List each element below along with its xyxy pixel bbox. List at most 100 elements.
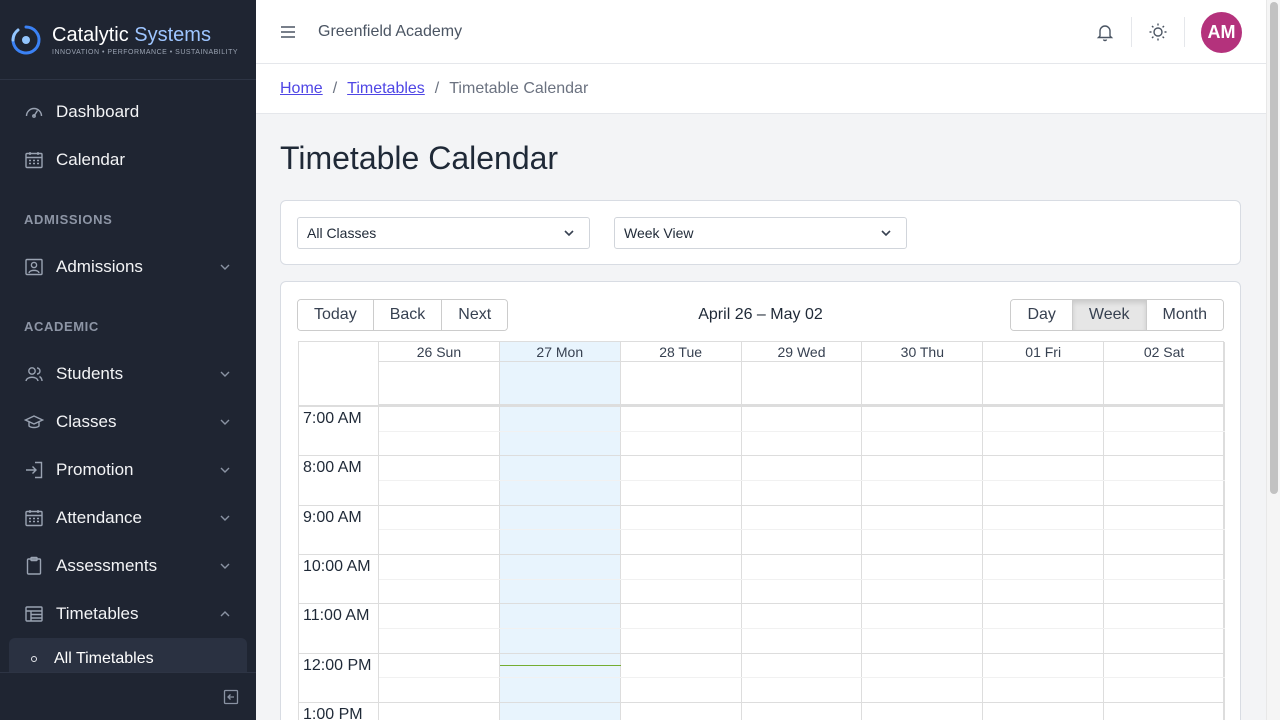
class-select-value: All Classes <box>307 225 377 241</box>
sidebar-item-dashboard[interactable]: Dashboard <box>0 88 256 136</box>
sidebar-footer <box>0 672 256 720</box>
section-academic: ACADEMIC <box>24 319 99 334</box>
breadcrumb: Home / Timetables / Timetable Calendar <box>256 64 1266 114</box>
sidebar-item-classes[interactable]: Classes <box>0 398 256 446</box>
mortarboard-icon <box>24 412 44 432</box>
gauge-icon <box>24 102 44 122</box>
chevron-down-icon <box>881 230 891 237</box>
sidebar-item-attendance[interactable]: Attendance <box>0 494 256 542</box>
month-view-button[interactable]: Month <box>1146 300 1223 330</box>
breadcrumb-home-link[interactable]: Home <box>280 80 323 98</box>
hour-gridline <box>299 406 1225 407</box>
chevron-down-icon <box>220 563 230 569</box>
sidebar-item-label: Students <box>56 364 124 383</box>
sidebar-item-promotion[interactable]: Promotion <box>0 446 256 494</box>
logo-icon <box>11 25 41 54</box>
day-column[interactable] <box>1104 406 1225 720</box>
sidebar-item-admissions[interactable]: Admissions <box>0 243 256 291</box>
sidebar-item-label: Dashboard <box>56 102 140 121</box>
all-day-cell[interactable] <box>983 362 1105 406</box>
day-header[interactable]: 01 Fri <box>983 342 1105 362</box>
clipboard-icon <box>24 556 44 576</box>
all-day-cell[interactable] <box>1104 362 1225 406</box>
half-hour-gridline <box>379 627 1225 629</box>
collapse-sidebar-icon[interactable] <box>223 689 239 705</box>
half-hour-gridline <box>379 529 1225 531</box>
time-slot-label: 1:00 PM <box>303 705 363 720</box>
table-icon <box>24 604 44 624</box>
sidebar-item-timetables[interactable]: Timetables <box>0 590 256 638</box>
view-select-value: Week View <box>624 225 694 241</box>
breadcrumb-timetables-link[interactable]: Timetables <box>347 80 425 98</box>
breadcrumb-current: Timetable Calendar <box>449 79 589 97</box>
section-admissions: ADMISSIONS <box>24 212 113 227</box>
day-column[interactable] <box>742 406 863 720</box>
time-slot-label: 9:00 AM <box>303 508 362 526</box>
brand-tagline: INNOVATION • PERFORMANCE • SUSTAINABILIT… <box>52 48 239 56</box>
hour-gridline <box>299 504 1225 506</box>
time-gutter-header <box>299 342 379 406</box>
time-slot-label: 11:00 AM <box>303 607 370 625</box>
hour-gridline <box>299 603 1225 605</box>
time-slot-label: 12:00 PM <box>303 656 372 674</box>
page-title: Timetable Calendar <box>280 140 559 176</box>
page-scrollbar[interactable] <box>1266 0 1280 720</box>
chevron-down-icon <box>220 371 230 377</box>
topbar: Greenfield Academy AM <box>256 0 1266 64</box>
avatar[interactable]: AM <box>1201 11 1242 53</box>
day-column[interactable] <box>862 406 984 720</box>
time-slot-label: 7:00 AM <box>303 410 362 427</box>
view-select[interactable]: Week View <box>614 217 907 249</box>
all-day-cell[interactable] <box>741 362 863 406</box>
sidebar-item-assessments[interactable]: Assessments <box>0 542 256 590</box>
calendar-card: Today Back Next April 26 – May 02 Day We… <box>280 281 1241 720</box>
sidebar-subitem-label: All Timetables <box>54 650 154 667</box>
day-view-button[interactable]: Day <box>1011 300 1073 330</box>
hour-gridline <box>299 455 1225 457</box>
bullet-icon <box>31 656 37 662</box>
day-header[interactable]: 28 Tue <box>620 342 742 362</box>
sidebar-item-calendar[interactable]: Calendar <box>0 136 256 184</box>
day-header[interactable]: 26 Sun <box>379 342 500 362</box>
hour-gridline <box>299 553 1225 555</box>
chevron-down-icon <box>220 515 230 521</box>
all-day-cell[interactable] <box>379 362 500 406</box>
time-slot-label: 8:00 AM <box>303 459 362 477</box>
week-grid: 26 Sun 27 Mon 28 Tue 29 Wed 30 Thu 01 Fri 02 S… <box>298 341 1225 720</box>
day-column[interactable] <box>621 406 742 720</box>
day-header[interactable]: 27 Mon <box>499 342 621 362</box>
sidebar-item-label: Timetables <box>56 604 139 623</box>
day-header[interactable]: 02 Sat <box>1104 342 1225 362</box>
breadcrumb-separator: / <box>332 79 338 97</box>
all-day-cell[interactable] <box>862 362 984 406</box>
scrollbar-thumb[interactable] <box>1270 2 1278 494</box>
all-day-cell[interactable] <box>499 362 621 406</box>
day-header[interactable]: 30 Thu <box>862 342 984 362</box>
hamburger-menu-icon[interactable] <box>279 23 297 41</box>
time-slot-label: 10:00 AM <box>303 557 371 575</box>
users-icon <box>24 364 44 384</box>
sidebar-item-label: Assessments <box>56 556 158 575</box>
divider <box>1131 17 1132 47</box>
half-hour-gridline <box>379 677 1225 679</box>
day-column[interactable] <box>983 406 1105 720</box>
sun-icon[interactable] <box>1148 22 1168 42</box>
bell-icon[interactable] <box>1095 22 1115 42</box>
day-column[interactable] <box>379 406 500 720</box>
half-hour-gridline <box>379 578 1225 580</box>
chevron-down-icon <box>220 467 230 473</box>
class-select[interactable]: All Classes <box>297 217 590 249</box>
all-day-cell[interactable] <box>620 362 742 406</box>
sidebar-item-label: Calendar <box>56 150 125 169</box>
brand[interactable]: Catalytic Systems INNOVATION • PERFORMAN… <box>0 0 256 80</box>
half-hour-gridline <box>379 430 1225 432</box>
week-view-button[interactable]: Week <box>1072 300 1147 330</box>
brand-name: Catalytic Systems <box>52 23 211 46</box>
day-column[interactable] <box>499 406 621 720</box>
sidebar: Catalytic Systems INNOVATION • PERFORMAN… <box>0 0 256 720</box>
sidebar-item-students[interactable]: Students <box>0 350 256 398</box>
hour-gridline <box>299 652 1225 654</box>
day-header[interactable]: 29 Wed <box>741 342 863 362</box>
chevron-down-icon <box>564 230 574 237</box>
chevron-up-icon <box>220 611 230 617</box>
